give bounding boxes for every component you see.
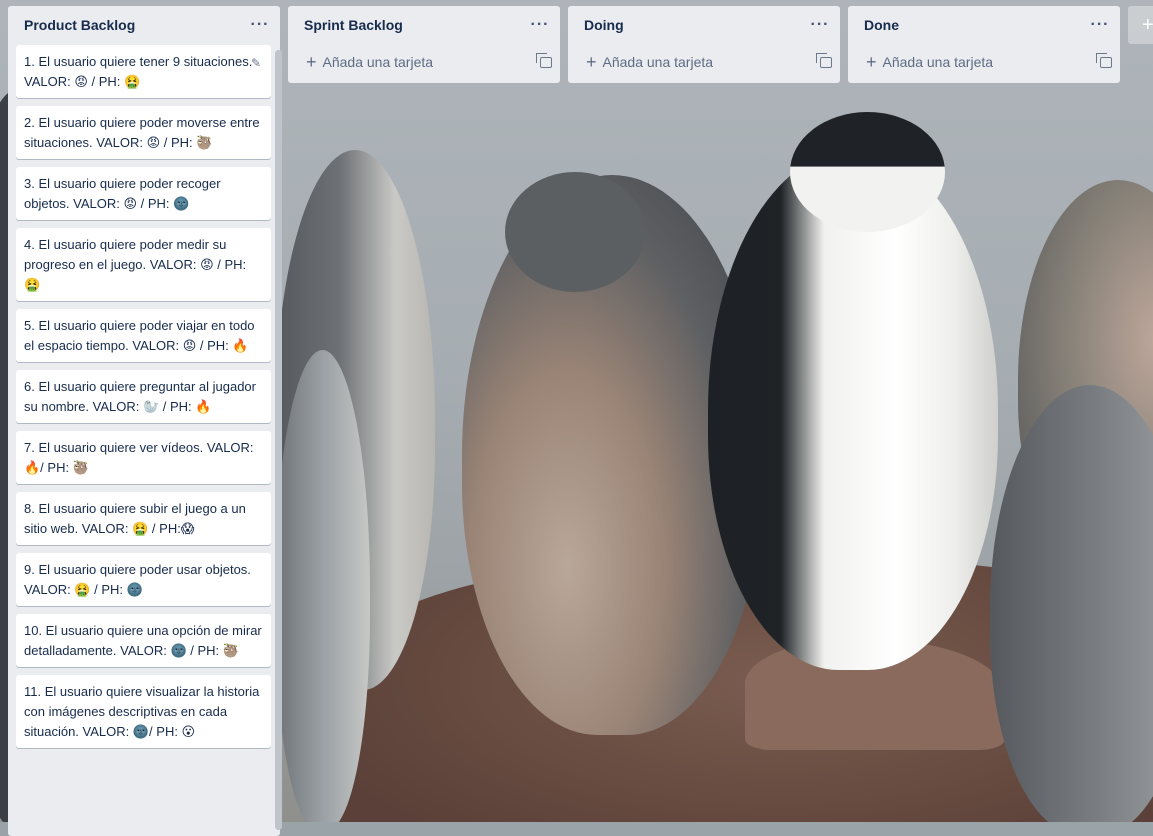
list-title[interactable]: Product Backlog [24, 17, 135, 33]
list-header: Done ··· [848, 6, 1120, 44]
card-title: 6. El usuario quiere preguntar al jugado… [24, 379, 256, 414]
card-template-icon[interactable] [536, 52, 552, 68]
list-menu-icon[interactable]: ··· [808, 16, 832, 34]
list-title[interactable]: Done [864, 17, 899, 33]
list-menu-icon[interactable]: ··· [248, 16, 272, 34]
card-list: 1. El usuario quiere tener 9 situaciones… [16, 45, 271, 756]
add-list-button[interactable]: + [1128, 6, 1153, 44]
card-title: 5. El usuario quiere poder viajar en tod… [24, 318, 255, 353]
scrollbar-thumb[interactable] [275, 50, 282, 830]
card[interactable]: 2. El usuario quiere poder moverse entre… [16, 106, 271, 159]
add-card-button[interactable]: + Añada una tarjeta [848, 44, 1120, 80]
add-card-label: Añada una tarjeta [602, 54, 714, 70]
add-card-label: Añada una tarjeta [322, 54, 434, 70]
card-title: 4. El usuario quiere poder medir su prog… [24, 237, 247, 292]
card[interactable]: 8. El usuario quiere subir el juego a un… [16, 492, 271, 545]
card-title: 11. El usuario quiere visualizar la hist… [24, 684, 260, 739]
add-card-button[interactable]: + Añada una tarjeta [288, 44, 560, 80]
card[interactable]: 6. El usuario quiere preguntar al jugado… [16, 370, 271, 423]
list-menu-icon[interactable]: ··· [528, 16, 552, 34]
add-card-label: Añada una tarjeta [882, 54, 994, 70]
list-sprint-backlog: Sprint Backlog ··· + Añada una tarjeta [288, 6, 560, 83]
card[interactable]: 9. El usuario quiere poder usar objetos.… [16, 553, 271, 606]
card-title: 3. El usuario quiere poder recoger objet… [24, 176, 221, 211]
list-doing: Doing ··· + Añada una tarjeta [568, 6, 840, 83]
card-template-icon[interactable] [816, 52, 832, 68]
list-header: Sprint Backlog ··· [288, 6, 560, 44]
list-done: Done ··· + Añada una tarjeta [848, 6, 1120, 83]
plus-icon: + [306, 52, 317, 72]
list-header: Product Backlog ··· [8, 6, 280, 44]
card[interactable]: 5. El usuario quiere poder viajar en tod… [16, 309, 271, 362]
card-title: 1. El usuario quiere tener 9 situaciones… [24, 54, 253, 89]
card-title: 2. El usuario quiere poder moverse entre… [24, 115, 260, 150]
list-title[interactable]: Doing [584, 17, 624, 33]
card[interactable]: 3. El usuario quiere poder recoger objet… [16, 167, 271, 220]
card-title: 10. El usuario quiere una opción de mira… [24, 623, 262, 658]
card[interactable]: 7. El usuario quiere ver vídeos. VALOR: … [16, 431, 271, 484]
list-product-backlog: Product Backlog ··· 1. El usuario quiere… [8, 6, 282, 836]
plus-icon: + [866, 52, 877, 72]
list-menu-icon[interactable]: ··· [1088, 16, 1112, 34]
list-header: Doing ··· [568, 6, 840, 44]
add-card-button[interactable]: + Añada una tarjeta [568, 44, 840, 80]
card[interactable]: 1. El usuario quiere tener 9 situaciones… [16, 45, 271, 98]
card[interactable]: 10. El usuario quiere una opción de mira… [16, 614, 271, 667]
card-template-icon[interactable] [1096, 52, 1112, 68]
card[interactable]: 4. El usuario quiere poder medir su prog… [16, 228, 271, 301]
card[interactable]: 11. El usuario quiere visualizar la hist… [16, 675, 271, 748]
plus-icon: + [586, 52, 597, 72]
board: Product Backlog ··· 1. El usuario quiere… [0, 0, 1153, 836]
plus-icon: + [1142, 13, 1153, 36]
card-title: 8. El usuario quiere subir el juego a un… [24, 501, 246, 536]
pencil-icon[interactable]: ✎ [251, 53, 261, 73]
card-title: 7. El usuario quiere ver vídeos. VALOR: … [24, 440, 254, 475]
list-scrollbar[interactable] [275, 50, 282, 830]
card-title: 9. El usuario quiere poder usar objetos.… [24, 562, 251, 597]
list-title[interactable]: Sprint Backlog [304, 17, 403, 33]
